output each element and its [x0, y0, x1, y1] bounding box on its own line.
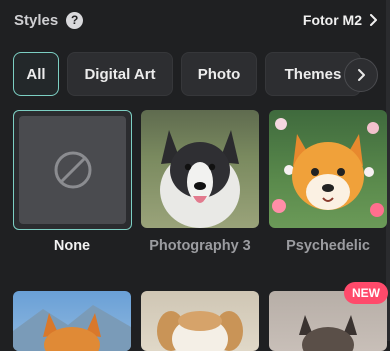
style-card-none[interactable]: [13, 110, 132, 230]
style-thumbnail: [19, 116, 126, 224]
styles-header: Styles ? Fotor M2: [14, 8, 378, 32]
model-label: Fotor M2: [302, 12, 362, 28]
new-badge: NEW: [344, 282, 388, 304]
style-card-photography-3[interactable]: [141, 110, 259, 228]
chevron-right-icon: [370, 14, 378, 26]
style-category-tabs: All Digital Art Photo Themes: [13, 51, 369, 97]
dog-photo-thumbnail: [160, 130, 240, 228]
tab-photo[interactable]: Photo: [181, 52, 257, 96]
style-label-psychedelic: Psychedelic: [286, 238, 370, 254]
none-icon: [53, 150, 93, 190]
style-card-psychedelic[interactable]: [269, 110, 387, 228]
chevron-right-icon: [357, 68, 366, 82]
model-selector[interactable]: Fotor M2: [303, 12, 378, 28]
styles-title: Styles: [14, 11, 59, 29]
fox-thumbnail: [13, 305, 131, 351]
tabs-next-button[interactable]: [344, 58, 378, 92]
shiba-thumbnail: [272, 118, 384, 217]
style-label-none: None: [53, 238, 91, 254]
style-card[interactable]: [13, 291, 131, 351]
help-icon[interactable]: ?: [66, 11, 84, 29]
tab-all[interactable]: All: [13, 52, 59, 96]
tab-digital-art[interactable]: Digital Art: [67, 52, 173, 96]
style-label-photography-3: Photography 3: [149, 238, 251, 254]
styles-panel: Styles ? Fotor M2 All Digital Art Photo …: [0, 0, 390, 351]
style-card[interactable]: [141, 291, 259, 351]
puppy-thumbnail: [157, 311, 243, 351]
